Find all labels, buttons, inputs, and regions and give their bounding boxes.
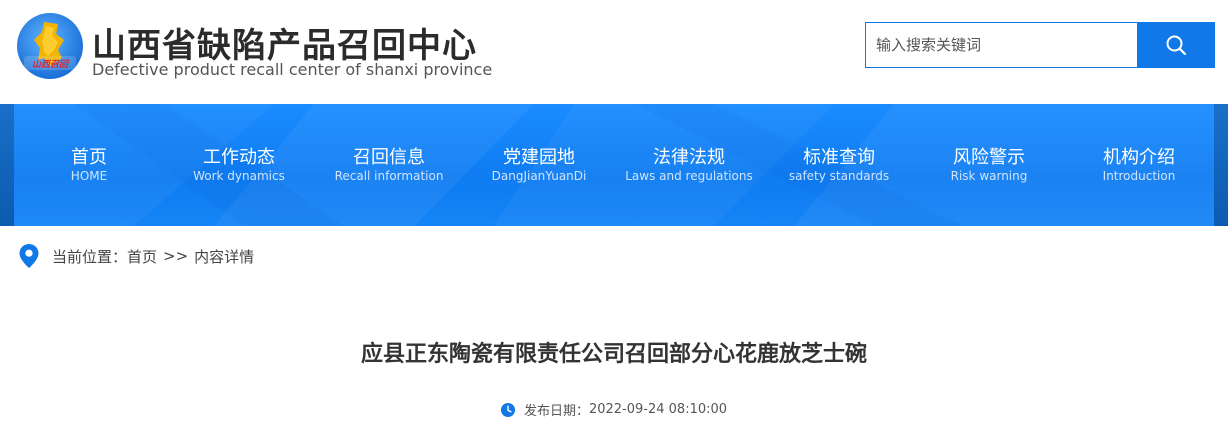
nav-item-label: 机构介绍 [1103, 147, 1175, 168]
breadcrumb-separator: >> [163, 247, 189, 265]
publish-date-label: 发布日期： [523, 404, 589, 419]
nav-item-sublabel: Risk warning [950, 169, 1028, 183]
article-meta: 发布日期： 2022-09-24 08:10:00 [0, 400, 1228, 419]
nav-item-sublabel: Work dynamics [193, 169, 285, 183]
nav-item-label: 首页 [71, 147, 107, 168]
nav-item-introduction[interactable]: 机构介绍 Introduction [1064, 104, 1214, 226]
search-icon [1166, 35, 1187, 56]
breadcrumb-current: 内容详情 [194, 247, 255, 266]
search-input[interactable] [876, 23, 1137, 67]
clock-icon [500, 402, 515, 417]
nav-edge-left [0, 104, 14, 226]
breadcrumb-label: 当前位置： [52, 247, 128, 266]
nav-item-sublabel: DangJianYuanDi [491, 169, 587, 183]
logo-text: 山西召回 [31, 60, 68, 70]
site-subtitle: Defective product recall center of shanx… [92, 60, 493, 79]
nav-item-label: 风险警示 [953, 147, 1025, 168]
nav-item-label: 工作动态 [203, 147, 275, 168]
search-button[interactable] [1137, 22, 1215, 68]
nav-item-label: 召回信息 [353, 147, 425, 168]
nav-item-sublabel: HOME [70, 169, 108, 183]
location-pin-icon [19, 244, 39, 268]
nav-item-work-dynamics[interactable]: 工作动态 Work dynamics [164, 104, 314, 226]
publish-date: 2022-09-24 08:10:00 [588, 402, 728, 417]
nav-bar: 首页 HOME 工作动态 Work dynamics 召回信息 Recall i… [14, 104, 1214, 226]
site-header: 山西召回 山西省缺陷产品召回中心 Defective product recal… [0, 0, 1228, 100]
search-box [865, 22, 1137, 68]
nav-item-sublabel: Laws and regulations [625, 169, 753, 183]
nav-item-safety-standards[interactable]: 标准查询 safety standards [764, 104, 914, 226]
nav-item-sublabel: Recall information [334, 169, 444, 183]
nav-item-label: 标准查询 [803, 147, 875, 168]
main-navigation: 首页 HOME 工作动态 Work dynamics 召回信息 Recall i… [0, 104, 1228, 226]
nav-item-sublabel: Introduction [1102, 169, 1176, 183]
site-logo[interactable]: 山西召回 [14, 12, 86, 80]
nav-item-sublabel: safety standards [788, 169, 890, 183]
article-title: 应县正东陶瓷有限责任公司召回部分心花鹿放芝士碗 [360, 342, 867, 367]
nav-edge-right [1214, 104, 1228, 226]
nav-item-label: 党建园地 [503, 147, 575, 168]
nav-item-home[interactable]: 首页 HOME [14, 104, 164, 226]
nav-item-label: 法律法规 [653, 147, 725, 168]
nav-item-recall-information[interactable]: 召回信息 Recall information [314, 104, 464, 226]
nav-item-party-building[interactable]: 党建园地 DangJianYuanDi [464, 104, 614, 226]
breadcrumb: 当前位置： 首页 >> 内容详情 [18, 243, 254, 269]
nav-item-laws-regulations[interactable]: 法律法规 Laws and regulations [614, 104, 764, 226]
breadcrumb-home-link[interactable]: 首页 [127, 246, 157, 267]
nav-items: 首页 HOME 工作动态 Work dynamics 召回信息 Recall i… [14, 104, 1214, 226]
nav-item-risk-warning[interactable]: 风险警示 Risk warning [914, 104, 1064, 226]
